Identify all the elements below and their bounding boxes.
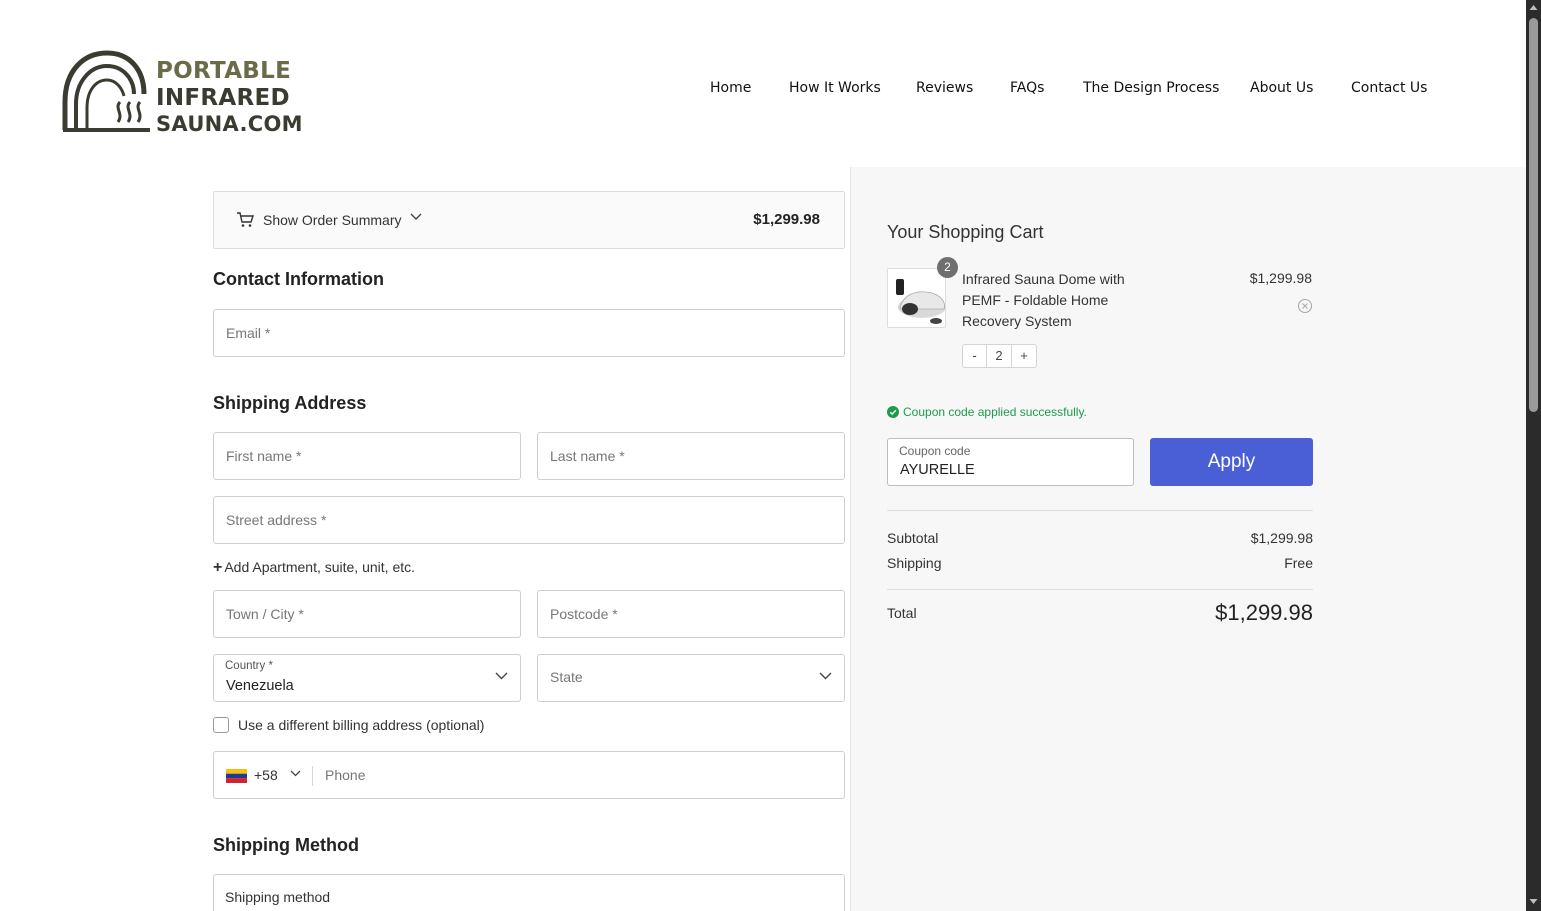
postcode-field[interactable]: Postcode * xyxy=(537,590,845,638)
coupon-code-value: AYURELLE xyxy=(900,462,975,478)
street-address-field[interactable]: Street address * xyxy=(213,496,845,544)
nav-reviews[interactable]: Reviews xyxy=(916,80,973,96)
venezuela-flag-icon xyxy=(226,769,247,783)
phone-separator xyxy=(312,766,313,786)
billing-address-option: Use a different billing address (optiona… xyxy=(213,717,484,733)
quantity-value[interactable]: 2 xyxy=(987,345,1012,367)
page-scrollbar[interactable] xyxy=(1526,0,1541,911)
sauna-dome-icon xyxy=(62,50,150,132)
scroll-up-arrow-icon[interactable] xyxy=(1529,4,1538,11)
order-summary-panel xyxy=(850,167,1526,911)
country-label: Country * xyxy=(225,660,273,672)
order-summary-amount: $1,299.98 xyxy=(753,211,820,228)
nav-how-it-works[interactable]: How It Works xyxy=(789,80,881,96)
sauna-dome-product-image xyxy=(888,269,945,327)
billing-address-checkbox[interactable] xyxy=(213,717,229,733)
phone-field[interactable]: +58 Phone xyxy=(213,751,845,799)
country-select[interactable]: Country * Venezuela xyxy=(213,654,521,702)
shipping-method-label: Shipping method xyxy=(225,889,331,905)
logo-line-1: PORTABLE xyxy=(156,58,292,84)
last-name-placeholder: Last name * xyxy=(550,448,625,464)
product-thumbnail xyxy=(887,268,946,328)
item-price: $1,299.98 xyxy=(1249,270,1312,286)
site-logo[interactable]: PORTABLE INFRARED SAUNA.COM xyxy=(62,50,303,136)
total-value: $1,299.98 xyxy=(1215,600,1313,625)
total-label: Total xyxy=(887,605,917,621)
chevron-down-icon xyxy=(495,672,508,680)
chevron-down-icon[interactable] xyxy=(290,770,301,777)
first-name-field[interactable]: First name * xyxy=(213,432,521,480)
billing-address-label: Use a different billing address (optiona… xyxy=(238,717,485,733)
nav-home[interactable]: Home xyxy=(710,80,751,96)
scrollbar-thumb[interactable] xyxy=(1529,18,1538,412)
item-name: Infrared Sauna Dome with PEMF - Foldable… xyxy=(962,271,1125,329)
state-placeholder: State xyxy=(550,669,583,685)
logo-line-2: INFRARED xyxy=(156,85,290,111)
shipping-address-title: Shipping Address xyxy=(213,393,367,413)
logo-line-3: SAUNA.COM xyxy=(156,112,303,136)
order-summary-label: Show Order Summary xyxy=(263,212,402,228)
contact-information-title: Contact Information xyxy=(213,269,384,289)
subtotal-label: Subtotal xyxy=(887,530,939,546)
state-select[interactable]: State xyxy=(537,654,845,702)
apply-coupon-button[interactable]: Apply xyxy=(1150,438,1313,486)
decrease-quantity-button[interactable]: - xyxy=(963,345,987,367)
check-circle-icon xyxy=(887,406,899,418)
first-name-placeholder: First name * xyxy=(226,448,302,464)
total-divider xyxy=(887,589,1313,590)
scroll-down-arrow-icon[interactable] xyxy=(1529,898,1538,905)
email-placeholder: Email * xyxy=(226,325,271,341)
phone-placeholder: Phone xyxy=(325,767,366,783)
country-value: Venezuela xyxy=(226,678,294,694)
shipping-method-box[interactable]: Shipping method xyxy=(213,874,845,911)
add-apartment-link[interactable]: + Add Apartment, suite, unit, etc. xyxy=(213,559,415,577)
city-placeholder: Town / City * xyxy=(226,606,304,622)
last-name-field[interactable]: Last name * xyxy=(537,432,845,480)
email-field[interactable]: Email * xyxy=(213,309,845,357)
chevron-down-icon xyxy=(410,213,422,220)
nav-faqs[interactable]: FAQs xyxy=(1010,80,1044,96)
nav-contact-us[interactable]: Contact Us xyxy=(1351,80,1427,96)
nav-design-process[interactable]: The Design Process xyxy=(1083,80,1219,96)
increase-quantity-button[interactable]: + xyxy=(1012,345,1036,367)
nav-about-us[interactable]: About Us xyxy=(1250,80,1313,96)
remove-item-icon[interactable] xyxy=(1297,298,1313,314)
quantity-stepper: - 2 + xyxy=(962,344,1037,368)
shopping-cart-title: Your Shopping Cart xyxy=(887,222,1044,242)
coupon-code-label: Coupon code xyxy=(899,444,971,458)
coupon-success-text: Coupon code applied successfully. xyxy=(903,405,1087,419)
street-address-placeholder: Street address * xyxy=(226,512,327,528)
shipping-label: Shipping xyxy=(887,555,942,571)
show-order-summary-toggle[interactable]: Show Order Summary $1,299.98 xyxy=(213,191,845,249)
chevron-down-icon xyxy=(819,672,832,680)
cart-icon xyxy=(237,212,254,227)
city-field[interactable]: Town / City * xyxy=(213,590,521,638)
shipping-method-title: Shipping Method xyxy=(213,835,359,855)
coupon-code-input[interactable]: Coupon code AYURELLE xyxy=(887,438,1134,486)
shipping-value: Free xyxy=(1284,555,1313,571)
summary-divider xyxy=(887,510,1313,511)
add-apartment-label: Add Apartment, suite, unit, etc. xyxy=(224,559,416,575)
postcode-placeholder: Postcode * xyxy=(550,606,618,622)
subtotal-value: $1,299.98 xyxy=(1250,530,1313,546)
phone-country-code[interactable]: +58 xyxy=(254,767,278,783)
item-quantity-badge: 2 xyxy=(937,257,958,278)
plus-icon: + xyxy=(213,559,223,576)
coupon-success-message: Coupon code applied successfully. xyxy=(887,405,1087,419)
